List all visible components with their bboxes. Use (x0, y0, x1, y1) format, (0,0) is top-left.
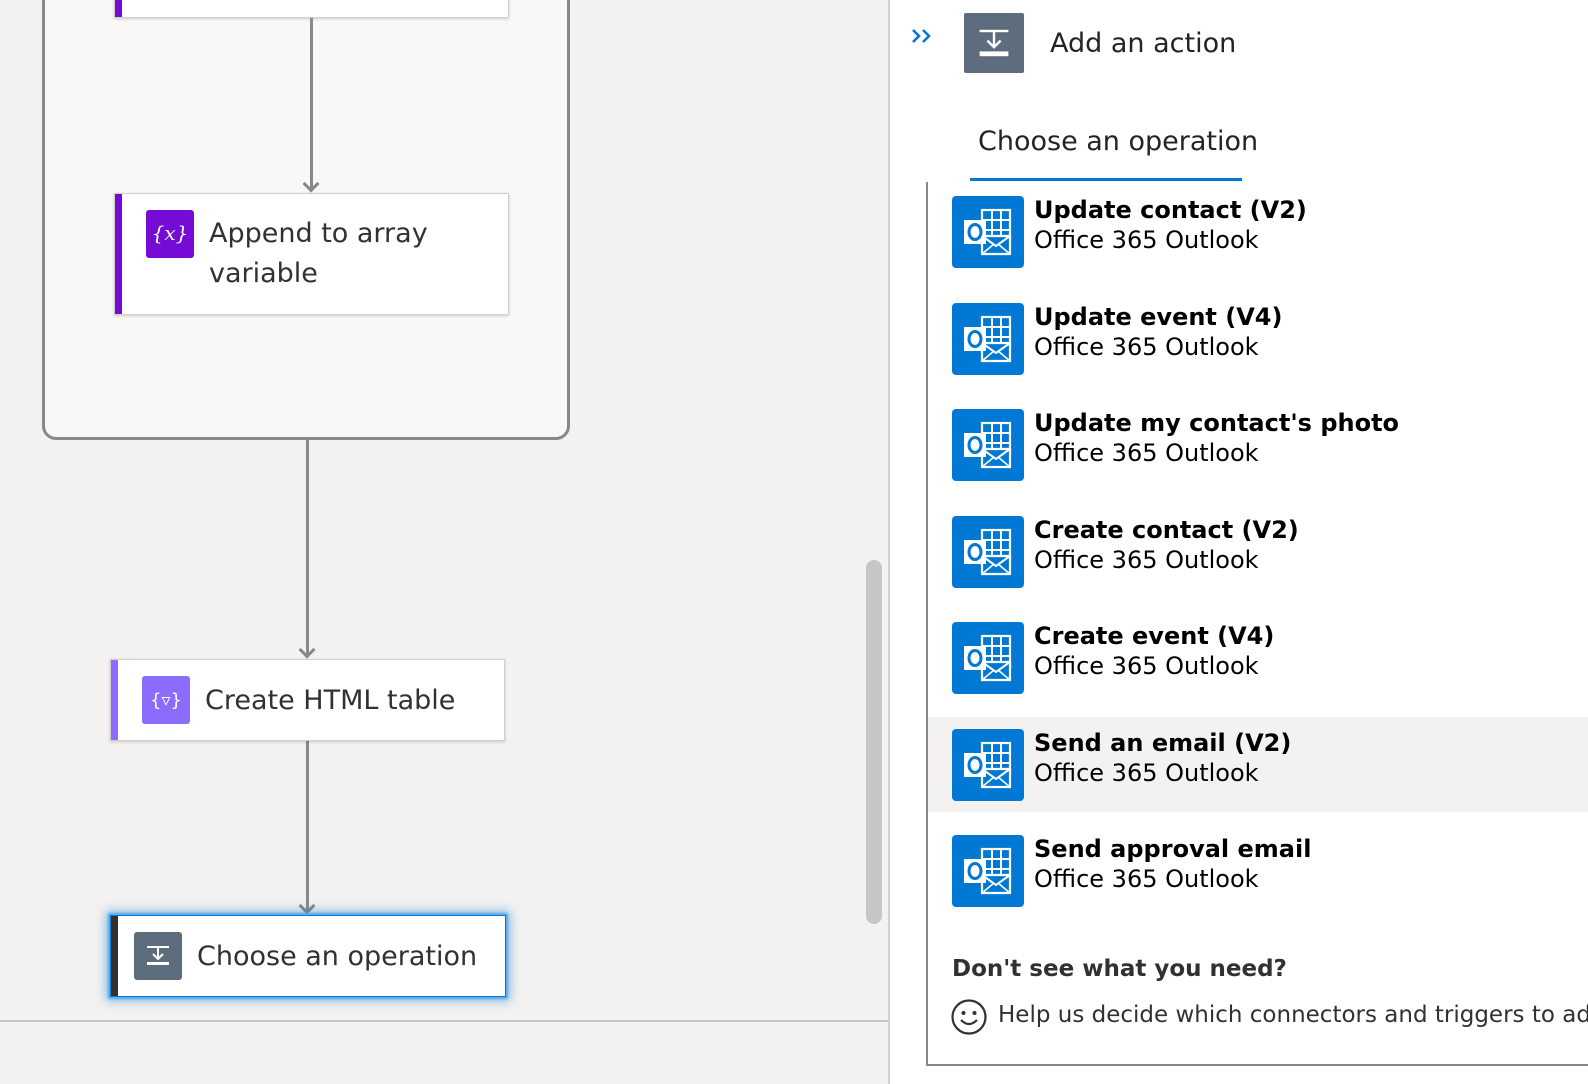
list-border (926, 1064, 1588, 1066)
card-title-line2: variable (209, 258, 318, 289)
svg-text:{x}: {x} (152, 221, 189, 245)
flow-canvas: {x} Append to array variable {▿} Create … (0, 0, 888, 1084)
previous-action-card[interactable] (114, 0, 509, 18)
operation-connector: Office 365 Outlook (1034, 865, 1259, 893)
office-365-outlook-icon (952, 728, 1024, 801)
connector-arrow (298, 641, 316, 659)
add-action-panel: Add an action Choose an operation Update… (888, 0, 1588, 1084)
operation-name: Create event (V4) (1034, 622, 1275, 650)
connector-line (306, 741, 309, 911)
operation-connector: Office 365 Outlook (1034, 545, 1259, 574)
dont-see-heading: Don't see what you need? (952, 956, 1287, 982)
operation-connector: Office 365 Outlook (1034, 652, 1259, 680)
card-title: Choose an operation (197, 941, 478, 972)
office-365-outlook-icon (952, 515, 1024, 588)
office-365-outlook-icon (952, 302, 1024, 375)
svg-text:{▿}: {▿} (150, 690, 182, 711)
append-to-array-variable-card[interactable]: {x} Append to array variable (114, 193, 509, 315)
operation-item[interactable]: Send an email (V2) Office 365 Outlook (928, 716, 1588, 812)
card-accent-bar (115, 0, 122, 17)
operation-item[interactable]: Create contact (V2) Office 365 Outlook (928, 504, 1588, 599)
operation-item[interactable]: Update event (V4) Office 365 Outlook (928, 291, 1588, 386)
collapse-panel-icon[interactable] (908, 22, 938, 52)
operation-connector: Office 365 Outlook (1034, 226, 1259, 254)
card-accent-bar (111, 916, 118, 996)
operation-icon (964, 13, 1024, 73)
operation-item[interactable]: Update contact (V2) Office 365 Outlook (928, 184, 1588, 279)
card-title-line1: Append to array (209, 218, 428, 249)
office-365-outlook-icon (952, 835, 1024, 907)
card-accent-bar (111, 660, 118, 740)
operation-connector: Office 365 Outlook (1034, 439, 1259, 467)
operation-connector: Office 365 Outlook (1034, 332, 1259, 361)
operation-icon (134, 932, 182, 980)
operation-item[interactable]: Send approval email Office 365 Outlook (928, 823, 1588, 918)
operation-name: Update my contact's photo (1034, 409, 1400, 437)
office-365-outlook-icon (952, 196, 1024, 268)
variable-icon: {x} (146, 210, 194, 258)
choose-an-operation-card[interactable]: Choose an operation (110, 915, 506, 997)
card-title: Create HTML table (205, 685, 456, 716)
office-365-outlook-icon (952, 409, 1024, 481)
operation-name: Create contact (V2) (1034, 515, 1299, 544)
connector-line (310, 18, 313, 188)
help-link[interactable]: Help us decide which connectors and trig… (998, 1002, 1588, 1028)
smiley-feedback-icon[interactable] (950, 998, 988, 1036)
operation-connector: Office 365 Outlook (1034, 758, 1259, 787)
card-accent-bar (115, 194, 122, 314)
canvas-divider (0, 1020, 888, 1022)
operation-name: Update event (V4) (1034, 302, 1283, 331)
panel-title: Add an action (1050, 28, 1237, 59)
operation-name: Send an email (V2) (1034, 728, 1292, 757)
data-operation-icon: {▿} (142, 676, 190, 724)
operation-item[interactable]: Create event (V4) Office 365 Outlook (928, 610, 1588, 705)
create-html-table-card[interactable]: {▿} Create HTML table (110, 659, 505, 741)
operation-name: Send approval email (1034, 835, 1312, 863)
operation-item[interactable]: Update my contact's photo Office 365 Outl… (928, 397, 1588, 492)
operation-name: Update contact (V2) (1034, 196, 1307, 224)
tab-underline (970, 178, 1242, 181)
connector-arrow (298, 897, 316, 915)
tab-choose-an-operation[interactable]: Choose an operation (978, 126, 1258, 157)
canvas-scrollbar[interactable] (866, 560, 882, 924)
connector-line (306, 440, 309, 654)
office-365-outlook-icon (952, 622, 1024, 694)
